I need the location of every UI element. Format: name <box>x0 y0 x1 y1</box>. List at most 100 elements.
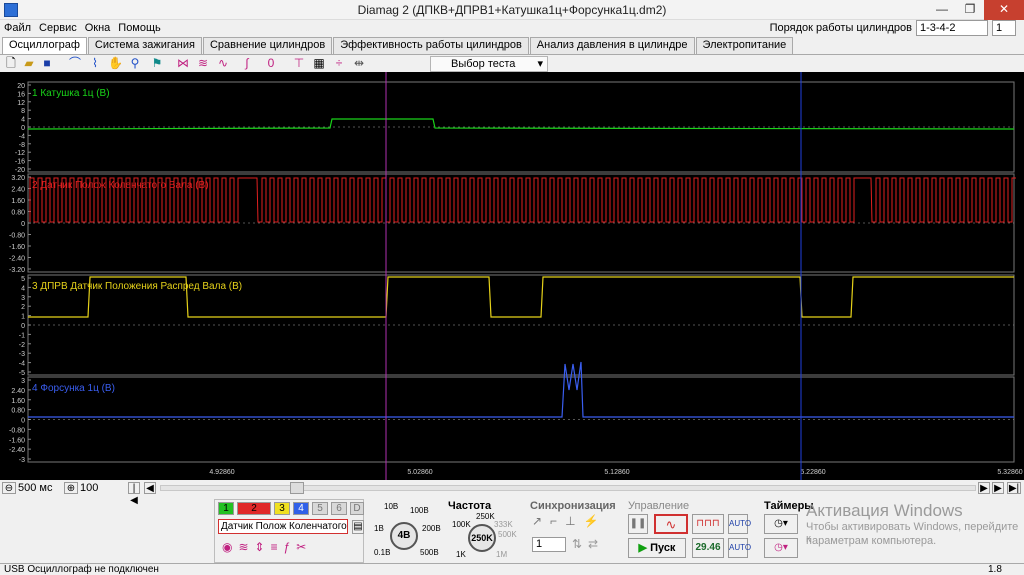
volt-label-01: 0.1B <box>374 548 391 557</box>
start-button[interactable]: ▶ Пуск <box>628 538 686 558</box>
menu-service[interactable]: Сервис <box>35 20 81 36</box>
square-mode-button[interactable]: ⊓⊓⊓ <box>692 514 724 534</box>
new-icon[interactable]: 🗋 <box>4 56 18 70</box>
zero-icon[interactable]: 0 <box>264 56 278 70</box>
freq-label-250k: 250K <box>476 512 495 521</box>
channel-5-button[interactable]: 5 <box>312 502 328 515</box>
timer-2-button[interactable]: ◷▾ <box>764 538 798 558</box>
close-button[interactable]: ✕ <box>984 0 1024 20</box>
auto-mode-button[interactable]: AUTO <box>728 514 751 534</box>
menu-file[interactable]: Файл <box>0 20 35 36</box>
rate-value: 29.46 <box>692 538 724 558</box>
y-tick-label: 1.60 <box>11 398 25 405</box>
tab-cylinder-compare[interactable]: Сравнение цилиндров <box>202 37 333 54</box>
auto-icon[interactable]: ∫ <box>240 56 254 70</box>
marker-icon[interactable]: ⊤ <box>292 56 306 70</box>
prev-icon[interactable]: ◀ <box>144 482 156 494</box>
print-icon[interactable]: ▤ <box>352 520 364 534</box>
zoom-icon[interactable]: ⚲ <box>128 56 142 70</box>
range-icon[interactable]: ⇹ <box>352 56 366 70</box>
pause-icon[interactable]: ❚❚ <box>628 514 648 534</box>
open-icon[interactable]: ▰ <box>22 56 36 70</box>
filter-icon[interactable]: ⚑ <box>150 56 164 70</box>
last-icon[interactable]: ▶| <box>1007 482 1021 494</box>
lane-border <box>27 81 1015 173</box>
freq-dial[interactable]: 250K 100K 333K 500K 1K 1M 250K <box>448 512 518 560</box>
channel-2-button[interactable]: 2 <box>237 502 271 515</box>
freq-dial-knob[interactable]: 250K <box>468 524 496 552</box>
y-tick-label: -4 <box>19 133 25 140</box>
tab-cylinder-efficiency[interactable]: Эффективность работы цилиндров <box>333 37 529 54</box>
y-tick-label: -1.60 <box>9 437 25 444</box>
y-tick-label: 0.80 <box>11 408 25 415</box>
channel-tools-icons[interactable]: ◉≋⇕≡ƒ✂ <box>222 540 362 554</box>
y-tick-label: 0.80 <box>11 210 25 217</box>
scroll-track[interactable] <box>160 485 976 491</box>
sync-title: Синхронизация <box>530 500 616 512</box>
cylinder-order-select[interactable]: 1-3-4-2 <box>916 19 988 36</box>
save-icon[interactable]: ■ <box>40 56 54 70</box>
channel-select[interactable]: Датчик Полож Коленчатого Ва <box>218 519 348 534</box>
channel-6-button[interactable]: 6 <box>331 502 347 515</box>
spectrum-icon[interactable]: ∿ <box>216 56 230 70</box>
zoom-out-icon[interactable]: ⊖ <box>2 482 16 494</box>
channel-3-button[interactable]: 3 <box>274 502 290 515</box>
trace-channel-2 <box>29 177 1016 223</box>
y-tick-label: 2.40 <box>11 187 25 194</box>
channel-d-button[interactable]: D <box>350 502 364 515</box>
timer-1-button[interactable]: ◷▾ <box>764 514 798 534</box>
cylinder-count-select[interactable]: 1 <box>992 19 1016 36</box>
volt-dial[interactable]: 10B 100B 1B 200B 0.1B 500B 4B <box>374 502 441 560</box>
wave-icon[interactable]: ≋ <box>196 56 210 70</box>
oscilloscope-canvas[interactable]: 201612840-4-8-12-16-201 Катушка 1ц (В)3.… <box>0 72 1024 480</box>
minimize-button[interactable]: — <box>928 0 956 20</box>
zoom-in-icon[interactable]: ⊕ <box>64 482 78 494</box>
y-tick-label: -3 <box>19 351 25 358</box>
volt-label-10: 10B <box>384 502 399 511</box>
oscilloscope-display[interactable]: 20 16 12 8 4 0 -4 -8 -12 -16 -20 1 Катушка 1ц (В) 3.… <box>0 72 1024 480</box>
next-icon[interactable]: ▶ <box>978 482 990 494</box>
freq-label-500k: 500K <box>498 530 517 539</box>
tab-power[interactable]: Электропитание <box>695 37 794 54</box>
time-div-value[interactable]: 500 мс <box>18 482 58 494</box>
table-icon[interactable]: ▦ <box>312 56 326 70</box>
tab-ignition[interactable]: Система зажигания <box>87 37 202 54</box>
tab-pressure-analysis[interactable]: Анализ давления в цилиндре <box>529 37 695 54</box>
cursor-icon[interactable]: ⌒ <box>68 56 82 70</box>
first-icon[interactable]: |◀ <box>128 482 140 506</box>
divide-icon[interactable]: ÷ <box>332 56 346 70</box>
y-tick-label: 5 <box>21 276 25 283</box>
connection-status: USB Осциллограф не подключен <box>4 564 159 575</box>
play-icon[interactable]: ▶ <box>992 482 1004 494</box>
y-tick-label: 3 <box>21 378 25 385</box>
test-select[interactable]: Выбор теста ▾ <box>430 56 548 72</box>
menu-help[interactable]: Помощь <box>114 20 165 36</box>
window-title: Diamag 2 (ДПКВ+ДПРВ1+Катушка1ц+Форсунка1… <box>357 3 667 17</box>
menu-windows[interactable]: Окна <box>81 20 115 36</box>
y-tick-label: 8 <box>21 108 25 115</box>
scroll-thumb[interactable] <box>290 482 304 494</box>
y-tick-label: -3 <box>19 457 25 464</box>
sync-channel-select[interactable]: 1 <box>532 537 566 552</box>
sync-mode-icons[interactable]: ↗⌐⊥⚡ <box>532 514 618 528</box>
hand-icon[interactable]: ✋ <box>108 56 123 70</box>
maximize-button[interactable]: ❐ <box>956 0 984 20</box>
channel-4-button[interactable]: 4 <box>293 502 309 515</box>
control-panel: ⊖ 500 мс ⊕ 100 |◀ ◀ ▶ ▶ ▶| 1 2 3 4 5 6 D… <box>0 480 1024 563</box>
volt-dial-knob[interactable]: 4B <box>390 522 418 550</box>
time-tick-label: 5.12860 <box>604 469 629 476</box>
auto-start-button[interactable]: AUTO <box>728 538 751 558</box>
overlay-icon[interactable]: ⋈ <box>176 56 190 70</box>
trace-channel-1 <box>27 118 1015 130</box>
measure-icon[interactable]: ⌇ <box>88 56 102 70</box>
time-tick-label: 5.22860 <box>800 469 825 476</box>
tab-oscilloscope[interactable]: Осциллограф <box>2 37 87 55</box>
y-tick-label: 3 <box>21 295 25 302</box>
y-tick-label: -5 <box>19 370 25 377</box>
sine-mode-button[interactable]: ∿ <box>654 514 688 534</box>
time-tick-label: 4.92860 <box>209 469 234 476</box>
sync-level-icons[interactable]: ⇅⇄ <box>572 537 616 552</box>
channel-1-button[interactable]: 1 <box>218 502 234 515</box>
y-tick-label: 1 <box>21 314 25 321</box>
amp-value[interactable]: 100 <box>80 482 120 494</box>
